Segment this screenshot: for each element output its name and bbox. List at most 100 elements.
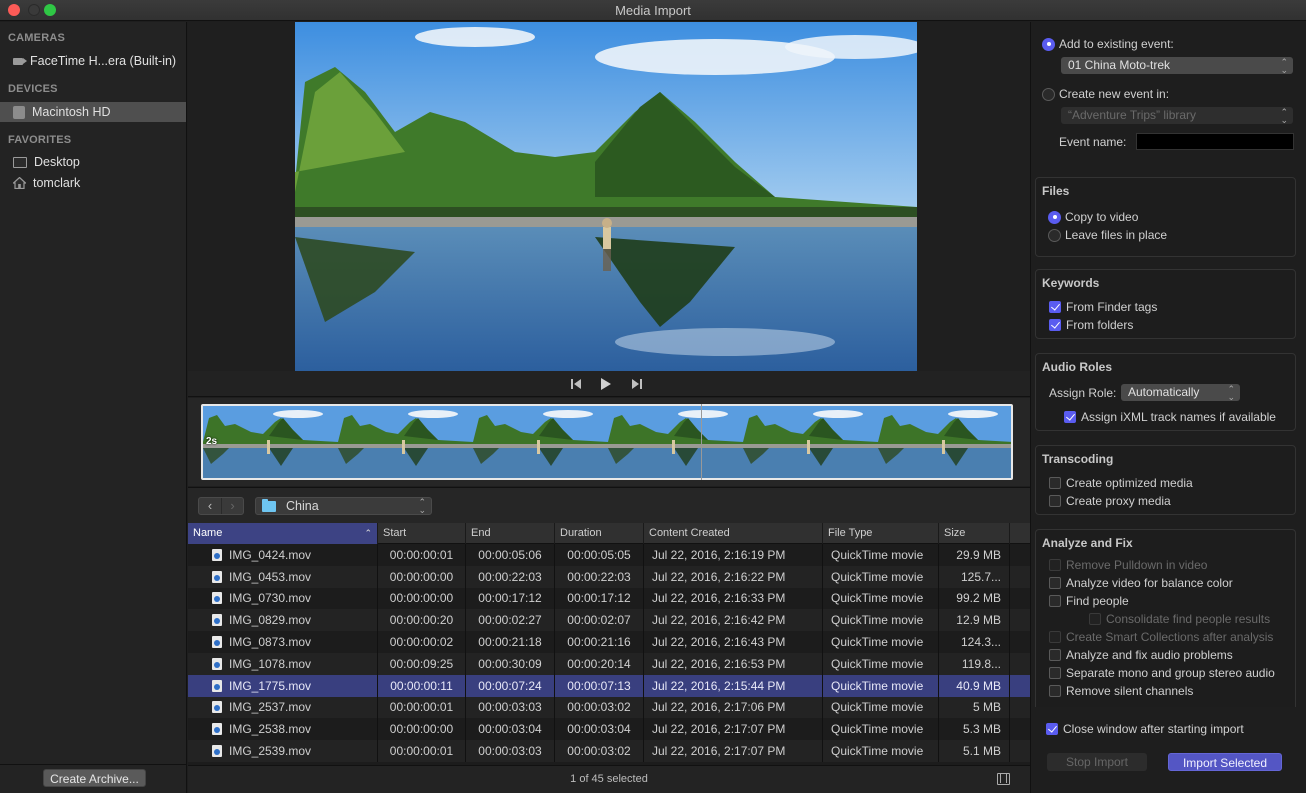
analyze-and-fix-audio-problems-checkbox[interactable]: Analyze and fix audio problems (1049, 648, 1233, 662)
filmstrip-view-icon[interactable] (997, 773, 1010, 785)
cell-file-type-text: QuickTime movie (831, 678, 924, 693)
column-header-end[interactable]: End (466, 523, 555, 544)
cell-content-created: Jul 22, 2016, 2:16:22 PM (644, 565, 823, 588)
cell-duration: 00:00:21:16 (555, 631, 644, 653)
checkbox-indicator (1049, 301, 1061, 313)
create-archive-button[interactable]: Create Archive... (43, 769, 146, 787)
skimmer-playhead[interactable] (701, 404, 702, 480)
table-row[interactable]: IMG_0829.mov 00:00:00:20 00:00:02:27 00:00:… (188, 609, 1030, 632)
cell-filler (1010, 718, 1030, 740)
from-folders-checkbox[interactable]: From folders (1049, 318, 1133, 332)
cell-size: 99.2 MB (939, 587, 1010, 610)
cell-name: IMG_1775.mov (188, 674, 378, 697)
forward-button[interactable]: › (220, 498, 243, 514)
from-finder-tags-checkbox[interactable]: From Finder tags (1049, 300, 1157, 314)
cell-file-type: QuickTime movie (823, 544, 939, 566)
table-row[interactable]: IMG_0730.mov 00:00:00:00 00:00:17:12 00:00:… (188, 587, 1030, 610)
folder-popup[interactable]: China ⌃ ⌄ (255, 497, 432, 515)
table-row[interactable]: IMG_1078.mov 00:00:09:25 00:00:30:09 00:00:… (188, 652, 1030, 675)
cell-name-text: IMG_0730.mov (229, 591, 312, 606)
remove-silent-channels-checkbox[interactable]: Remove silent channels (1049, 684, 1193, 698)
window-title: Media Import (615, 3, 691, 18)
cell-end: 00:00:03:03 (466, 740, 555, 762)
column-header-name[interactable]: Name ⌃ (188, 523, 378, 544)
option-label: Create Smart Collections after analysis (1066, 630, 1274, 644)
cell-content-created: Jul 22, 2016, 2:17:07 PM (644, 740, 823, 762)
find-people-checkbox[interactable]: Find people (1049, 594, 1129, 608)
close-window-checkbox[interactable]: Close window after starting import (1046, 722, 1244, 736)
skip-back-button[interactable] (570, 378, 582, 390)
import-options-panel: Add to existing event: 01 China Moto-tre… (1030, 22, 1306, 793)
table-row[interactable]: IMG_0873.mov 00:00:00:02 00:00:21:18 00:00:… (188, 631, 1030, 653)
event-name-field[interactable] (1136, 133, 1294, 150)
cell-content-created: Jul 22, 2016, 2:16:43 PM (644, 631, 823, 653)
stop-import-button[interactable]: Stop Import (1047, 753, 1147, 771)
column-header-content-created[interactable]: Content Created (644, 523, 823, 544)
popup-arrows-icon: ⌃ ⌄ (1227, 384, 1235, 402)
table-row[interactable]: IMG_0453.mov 00:00:00:00 00:00:22:03 00:00:… (188, 565, 1030, 588)
filmstrip-thumbnail (743, 406, 878, 478)
cell-end: 00:00:02:27 (466, 609, 555, 632)
separate-mono-and-group-stereo-audio-checkbox[interactable]: Separate mono and group stereo audio (1049, 666, 1275, 680)
title-bar: Media Import (0, 0, 1306, 21)
sidebar-item-home[interactable]: tomclark (0, 173, 186, 193)
cell-content-created-text: Jul 22, 2016, 2:16:42 PM (652, 613, 786, 628)
library-popup[interactable]: “Adventure Trips” library ⌃ ⌄ (1061, 107, 1293, 125)
table-row[interactable]: IMG_2538.mov 00:00:00:00 00:00:03:04 00:00:… (188, 718, 1030, 741)
browser-nav-bar: ‹ › China ⌃ ⌄ (188, 487, 1030, 523)
cell-duration-text: 00:00:02:07 (567, 613, 631, 628)
cell-file-type: QuickTime movie (823, 718, 939, 741)
sidebar-heading-devices: DEVICES (8, 83, 58, 95)
skip-forward-button[interactable] (631, 378, 643, 390)
sidebar-item-macintosh-hd[interactable]: Macintosh HD (0, 102, 186, 122)
cell-file-type: QuickTime movie (823, 587, 939, 610)
remove-pulldown-in-video-checkbox[interactable]: Remove Pulldown in video (1049, 558, 1207, 572)
cell-start: 00:00:00:00 (378, 587, 466, 610)
back-button[interactable]: ‹ (199, 498, 221, 514)
movie-file-icon (212, 745, 222, 758)
cell-size: 125.7... (939, 565, 1010, 588)
import-selected-button[interactable]: Import Selected (1168, 753, 1282, 771)
cell-start: 00:00:00:00 (378, 565, 466, 588)
cell-end-text: 00:00:03:03 (478, 744, 542, 759)
table-row[interactable]: IMG_2537.mov 00:00:00:01 00:00:03:03 00:00:… (188, 696, 1030, 719)
cell-size-text: 119.8... (961, 656, 1001, 671)
sidebar-item-desktop[interactable]: Desktop (0, 152, 186, 172)
play-button[interactable] (600, 378, 612, 390)
assign-ixml-checkbox[interactable]: Assign iXML track names if available (1064, 410, 1276, 424)
filmstrip[interactable] (201, 404, 1013, 480)
cell-duration-text: 00:00:07:13 (567, 678, 631, 693)
cell-file-type-text: QuickTime movie (831, 569, 924, 584)
cell-end-text: 00:00:03:04 (478, 722, 542, 737)
create-new-event-radio[interactable]: Create new event in: (1042, 87, 1169, 101)
movie-file-icon (212, 614, 222, 627)
consolidate-find-people-results-checkbox[interactable]: Consolidate find people results (1089, 612, 1270, 626)
analyze-and-fix-group: Analyze and Fix Remove Pulldown in video… (1035, 529, 1296, 707)
cell-start-text: 00:00:00:00 (389, 722, 454, 737)
cell-start-text: 00:00:00:01 (389, 700, 454, 715)
table-row[interactable]: IMG_0424.mov 00:00:00:01 00:00:05:06 00:00:… (188, 544, 1030, 566)
filmstrip-duration-badge: 2s (206, 436, 218, 447)
table-row[interactable]: IMG_1775.mov 00:00:00:11 00:00:07:24 00:00:… (188, 674, 1030, 697)
option-label: Analyze and fix audio problems (1066, 648, 1233, 662)
cell-name: IMG_0424.mov (188, 544, 378, 566)
leave-files-in-place-radio[interactable]: Leave files in place (1048, 228, 1167, 242)
column-header-duration[interactable]: Duration (555, 523, 644, 544)
copy-to-video-radio[interactable]: Copy to video (1048, 210, 1138, 224)
existing-event-popup[interactable]: 01 China Moto-trek ⌃ ⌄ (1061, 57, 1293, 75)
column-header-file-type[interactable]: File Type (823, 523, 939, 544)
table-row[interactable]: IMG_2539.mov 00:00:00:01 00:00:03:03 00:00:… (188, 740, 1030, 762)
column-header-size[interactable]: Size (939, 523, 1010, 544)
cell-duration: 00:00:07:13 (555, 674, 644, 697)
add-existing-event-radio[interactable]: Add to existing event: (1042, 37, 1174, 51)
create-smart-collections-after-analysis-checkbox[interactable]: Create Smart Collections after analysis (1049, 630, 1273, 644)
sidebar-item-facetime-camera[interactable]: FaceTime H...era (Built-in) (0, 51, 186, 71)
create-proxy-media-checkbox[interactable]: Create proxy media (1049, 494, 1171, 508)
create-optimized-media-checkbox[interactable]: Create optimized media (1049, 476, 1193, 490)
checkbox-indicator (1049, 577, 1061, 589)
assign-role-popup[interactable]: Automatically ⌃ ⌄ (1121, 384, 1240, 402)
column-header-start[interactable]: Start (378, 523, 466, 544)
cell-start-text: 00:00:00:00 (389, 591, 454, 606)
analyze-video-for-balance-color-checkbox[interactable]: Analyze video for balance color (1049, 576, 1233, 590)
checkbox-indicator (1049, 495, 1061, 507)
